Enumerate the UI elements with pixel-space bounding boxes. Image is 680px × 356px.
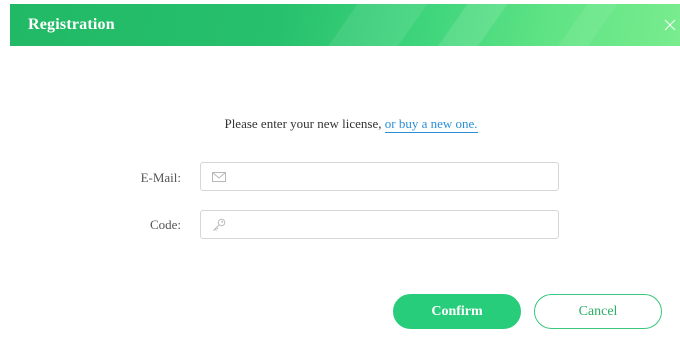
- key-icon: [213, 218, 226, 231]
- dialog-title: Registration: [28, 16, 115, 33]
- confirm-button[interactable]: Confirm: [393, 294, 521, 329]
- close-icon: [664, 19, 676, 31]
- email-input[interactable]: [235, 163, 553, 190]
- license-prompt: Please enter your new license, or buy a …: [0, 116, 680, 133]
- header-decoration: [308, 4, 442, 46]
- registration-dialog: Registration Please enter your new licen…: [0, 0, 680, 356]
- dialog-header: Registration: [10, 4, 680, 46]
- envelope-icon: [212, 172, 226, 182]
- prompt-text: Please enter your new license,: [224, 116, 385, 131]
- cancel-button[interactable]: Cancel: [534, 294, 662, 329]
- code-field[interactable]: [200, 210, 559, 239]
- email-label: E-Mail:: [140, 170, 181, 185]
- close-button[interactable]: [662, 17, 678, 33]
- email-field[interactable]: [200, 162, 559, 191]
- header-decoration: [418, 4, 522, 46]
- code-label: Code:: [149, 217, 181, 232]
- code-input[interactable]: [235, 211, 553, 238]
- header-decoration: [538, 4, 632, 46]
- buy-license-link[interactable]: or buy a new one.: [384, 116, 478, 133]
